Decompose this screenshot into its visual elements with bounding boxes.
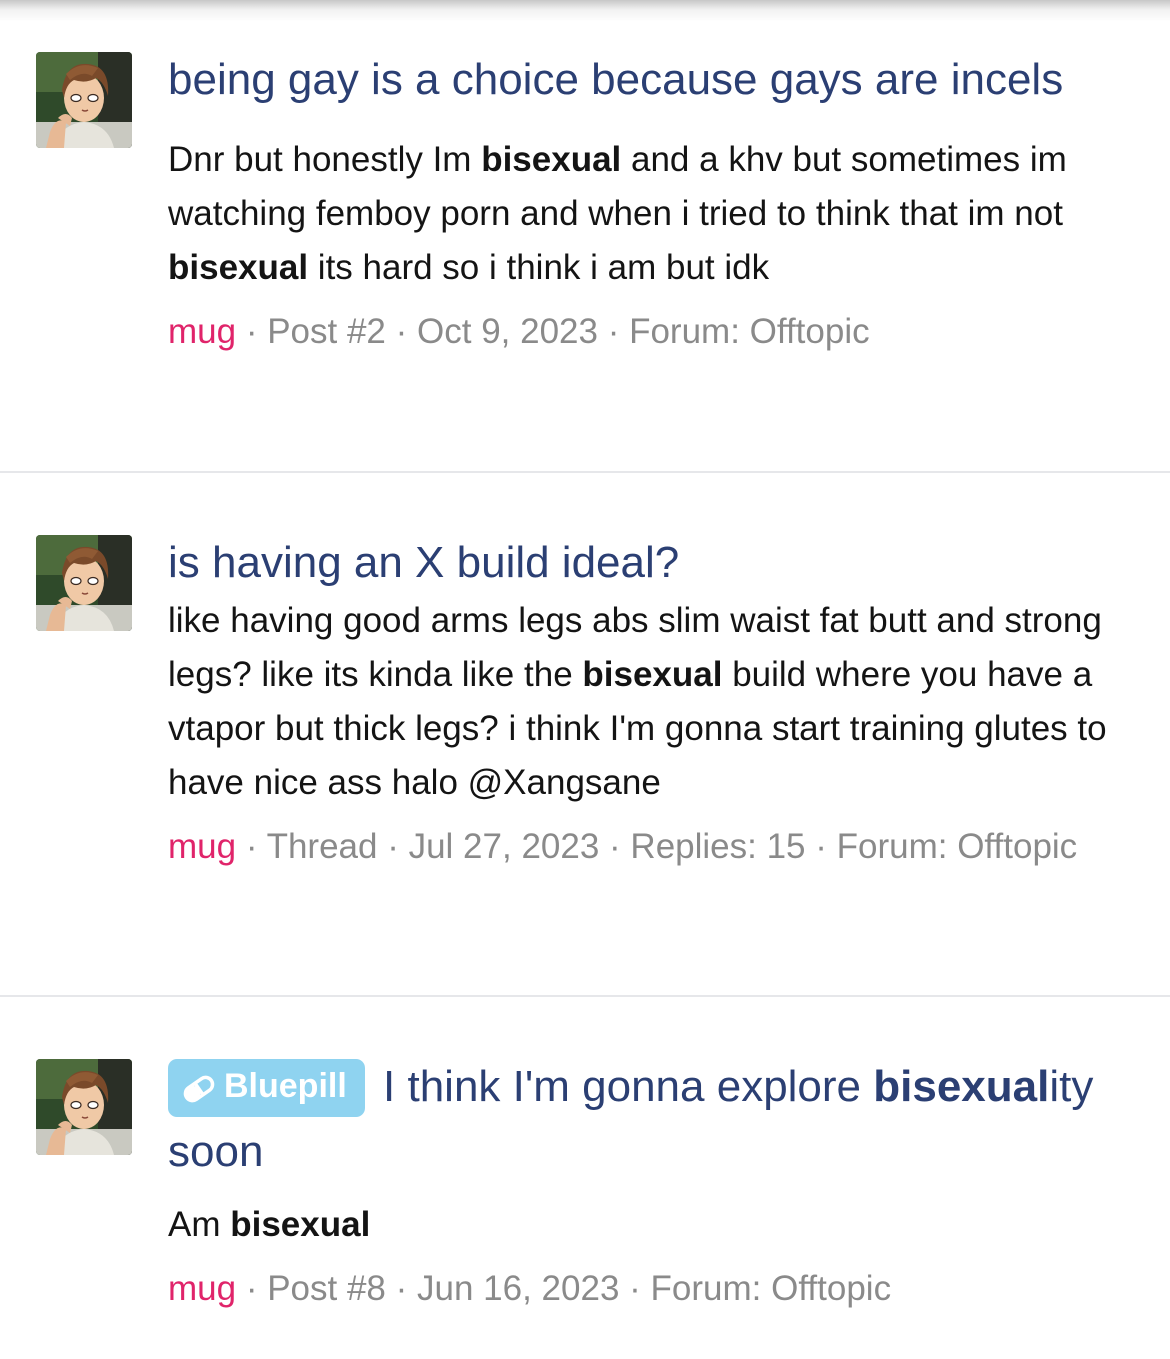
result-meta: mug · Post #8 · Jun 16, 2023 · Forum: Of… (168, 1262, 1138, 1316)
text-segment: its hard so i think i am but idk (308, 248, 770, 287)
header-shadow (0, 0, 1170, 22)
search-results-page: being gay is a choice because gays are i… (0, 0, 1170, 1359)
username-link[interactable]: mug (168, 312, 236, 351)
meta-item: Oct 9, 2023 (417, 312, 598, 351)
highlighted-term: bisexual (582, 655, 723, 694)
username-link[interactable]: mug (168, 1269, 236, 1308)
result-snippet: like having good arms legs abs slim wais… (168, 594, 1138, 810)
user-avatar-image (36, 1059, 132, 1155)
highlighted-term: bisexual (481, 140, 622, 179)
text-segment: I think I'm gonna explore (370, 1062, 874, 1111)
meta-separator: · (385, 312, 418, 351)
result-snippet: Dnr but honestly Im bisexual and a khv b… (168, 133, 1138, 295)
meta-separator: · (619, 1269, 651, 1308)
meta-separator: · (377, 827, 409, 866)
meta-separator: · (805, 827, 837, 866)
divider (0, 471, 1170, 473)
text-segment: being gay is a choice because gays are i… (168, 55, 1064, 104)
highlighted-term: bisexual (873, 1062, 1050, 1111)
forum-link[interactable]: Forum: Offtopic (837, 827, 1078, 866)
user-avatar-image (36, 535, 132, 631)
highlighted-term: bisexual (230, 1205, 371, 1244)
pill-icon (182, 1065, 216, 1119)
meta-item: Thread (266, 827, 378, 866)
result-title[interactable]: being gay is a choice because gays are i… (168, 47, 1138, 112)
result-meta: mug · Thread · Jul 27, 2023 · Replies: 1… (168, 820, 1138, 874)
meta-item: Jul 27, 2023 (408, 827, 600, 866)
result-snippet: Am bisexual (168, 1198, 1138, 1252)
result-title[interactable]: Bluepill I think I'm gonna explore bisex… (168, 1054, 1138, 1184)
user-avatar-image (36, 52, 132, 148)
username-link[interactable]: mug (168, 827, 236, 866)
result-content: is having an X build ideal? like having … (168, 530, 1138, 874)
result-content: Bluepill I think I'm gonna explore bisex… (168, 1054, 1138, 1316)
text-segment: Dnr but honestly Im (168, 140, 482, 179)
highlighted-term: bisexual (168, 248, 309, 287)
avatar[interactable] (36, 535, 132, 631)
meta-separator: · (236, 827, 267, 866)
meta-separator: · (385, 1269, 418, 1308)
meta-item: Post #8 (267, 1269, 386, 1308)
avatar[interactable] (36, 1059, 132, 1155)
prefix-label: Bluepill (224, 1067, 347, 1105)
forum-link[interactable]: Forum: Offtopic (629, 312, 870, 351)
prefix-badge[interactable]: Bluepill (168, 1059, 365, 1117)
divider (0, 995, 1170, 997)
result-meta: mug · Post #2 · Oct 9, 2023 · Forum: Off… (168, 305, 1138, 359)
forum-link[interactable]: Forum: Offtopic (651, 1269, 892, 1308)
meta-separator: · (599, 827, 631, 866)
text-segment: is having an X build ideal? (168, 538, 680, 587)
meta-separator: · (236, 1269, 268, 1308)
avatar[interactable] (36, 52, 132, 148)
text-segment: Am (168, 1205, 231, 1244)
result-content: being gay is a choice because gays are i… (168, 47, 1138, 359)
result-title[interactable]: is having an X build ideal? (168, 530, 1138, 595)
meta-item: Post #2 (267, 312, 386, 351)
meta-separator: · (597, 312, 630, 351)
meta-item: Jun 16, 2023 (417, 1269, 620, 1308)
meta-item: Replies: 15 (630, 827, 806, 866)
meta-separator: · (236, 312, 268, 351)
